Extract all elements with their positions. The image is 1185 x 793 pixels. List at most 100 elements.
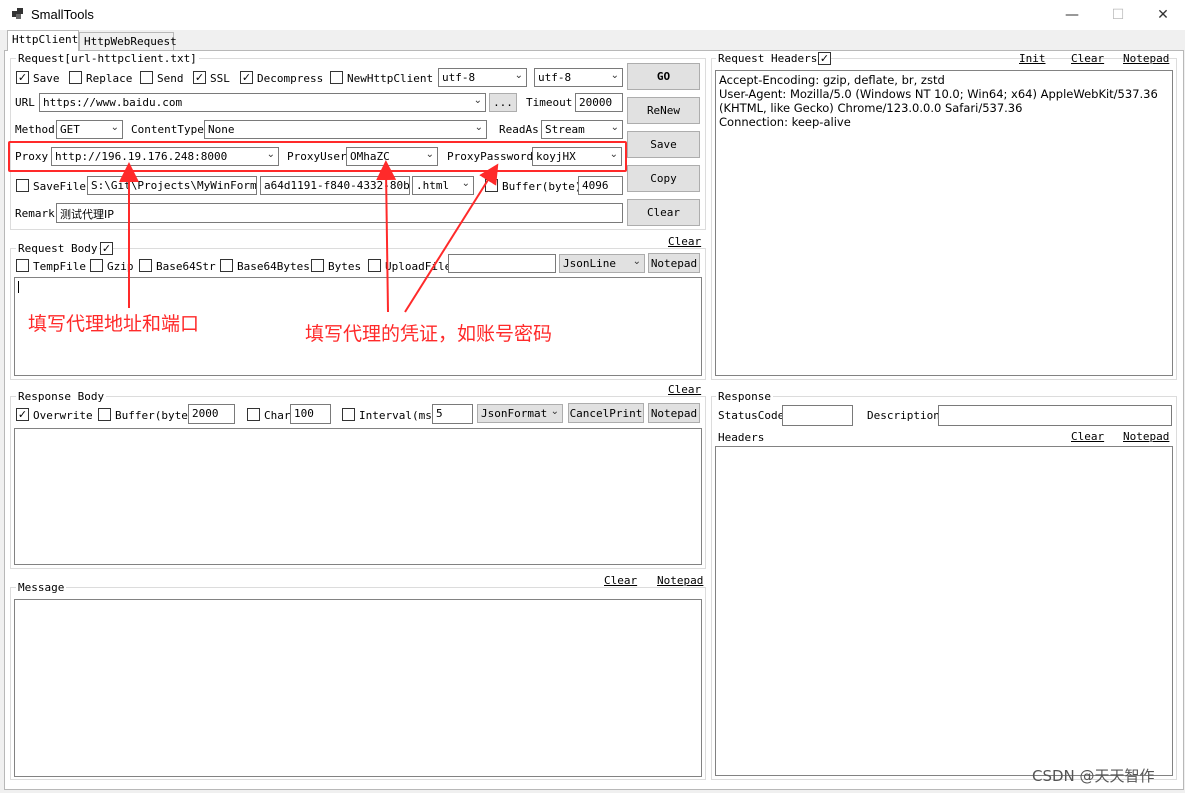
response-title: Response: [716, 390, 773, 403]
tempfile-label: TempFile: [33, 260, 86, 273]
encoding-select-2[interactable]: utf-8 ⌄: [534, 68, 623, 87]
message-title: Message: [16, 581, 67, 594]
url-value: https://www.baidu.com: [43, 96, 183, 109]
readas-select[interactable]: Stream ⌄: [541, 120, 623, 139]
response-buffer-label: Buffer(byte): [115, 409, 195, 422]
browse-url-button[interactable]: ...: [489, 93, 517, 112]
request-headers-checkbox[interactable]: ✓: [818, 52, 831, 65]
savefile-ext-select[interactable]: .html ⌄: [412, 176, 474, 195]
savefile-checkbox[interactable]: [16, 179, 29, 192]
request-headers-textarea[interactable]: Accept-Encoding: gzip, deflate, br, zstd…: [715, 70, 1173, 376]
request-headers-notepad-link[interactable]: Notepad: [1123, 52, 1169, 65]
char-checkbox[interactable]: [247, 408, 260, 421]
response-headers-textarea[interactable]: [715, 446, 1173, 776]
readas-value: Stream: [545, 123, 585, 136]
remark-input[interactable]: 测试代理IP: [56, 203, 623, 223]
interval-label: Interval(ms): [359, 409, 439, 422]
clear-button[interactable]: Clear: [627, 199, 700, 226]
annotation-text-credentials: 填写代理的凭证，如账号密码: [305, 323, 553, 345]
request-body-notepad-button[interactable]: Notepad: [648, 253, 700, 273]
window-title: SmallTools: [31, 7, 94, 22]
response-buffer-input[interactable]: 2000: [188, 404, 235, 424]
gzip-checkbox[interactable]: [90, 259, 103, 272]
response-body-notepad-button[interactable]: Notepad: [648, 403, 700, 423]
savefile-name-input[interactable]: a64d1191-f840-4332-80bb-: [260, 176, 410, 195]
contenttype-select[interactable]: None ⌄: [204, 120, 487, 139]
request-headers-clear-link[interactable]: Clear: [1071, 52, 1104, 65]
url-label: URL: [15, 96, 35, 109]
bytes-checkbox[interactable]: [311, 259, 324, 272]
response-body-format-value: JsonFormat: [481, 407, 548, 420]
timeout-input[interactable]: 20000: [575, 93, 623, 112]
savefile-ext-value: .html: [416, 179, 450, 192]
description-input[interactable]: [938, 405, 1172, 426]
tab-httpclient[interactable]: HttpClient: [7, 30, 79, 51]
request-body-format-value: JsonLine: [563, 257, 616, 270]
response-body-textarea[interactable]: [14, 428, 702, 565]
request-body-checkbox[interactable]: ✓: [100, 242, 113, 255]
copy-button[interactable]: Copy: [627, 165, 700, 192]
cancelprint-button[interactable]: CancelPrint: [568, 403, 644, 423]
interval-checkbox[interactable]: [342, 408, 355, 421]
chevron-down-icon: ⌄: [514, 70, 523, 81]
tab-httpwebrequest[interactable]: HttpWebRequest: [79, 32, 177, 51]
save-button[interactable]: Save: [627, 131, 700, 158]
decompress-checkbox-label: Decompress: [257, 72, 324, 85]
message-textarea[interactable]: [14, 599, 702, 777]
buffer-input[interactable]: 4096: [578, 176, 623, 195]
uploadfile-input[interactable]: [448, 254, 556, 273]
message-notepad-link[interactable]: Notepad: [657, 574, 703, 587]
overwrite-checkbox[interactable]: ✓: [16, 408, 29, 421]
minimize-button[interactable]: —: [1049, 0, 1095, 30]
base64bytes-checkbox[interactable]: [220, 259, 233, 272]
encoding-select-1[interactable]: utf-8 ⌄: [438, 68, 527, 87]
watermark: CSDN @天天智作: [1032, 767, 1155, 785]
response-body-format-select[interactable]: JsonFormat ⌄: [477, 404, 563, 423]
savefile-label: SaveFile: [33, 180, 86, 193]
contenttype-value: None: [208, 123, 235, 136]
base64str-checkbox[interactable]: [139, 259, 152, 272]
decompress-checkbox[interactable]: ✓: [240, 71, 253, 84]
statuscode-input[interactable]: [782, 405, 853, 426]
char-label: Char: [264, 409, 291, 422]
char-input[interactable]: 100: [290, 404, 331, 424]
ssl-checkbox[interactable]: ✓: [193, 71, 206, 84]
overwrite-label: Overwrite: [33, 409, 93, 422]
request-headers-init-link[interactable]: Init: [1019, 52, 1046, 65]
text-cursor: [18, 281, 19, 293]
statuscode-label: StatusCode: [718, 409, 785, 422]
response-body-title: Response Body: [16, 390, 107, 403]
send-checkbox-label: Send: [157, 72, 184, 85]
request-body-clear-link[interactable]: Clear: [668, 235, 701, 248]
response-headers-notepad-link[interactable]: Notepad: [1123, 430, 1169, 443]
base64bytes-label: Base64Bytes: [237, 260, 310, 273]
uploadfile-label: UploadFile: [385, 260, 452, 273]
close-button[interactable]: ✕: [1140, 0, 1185, 30]
send-checkbox[interactable]: [140, 71, 153, 84]
method-select[interactable]: GET ⌄: [56, 120, 123, 139]
gzip-label: Gzip: [107, 260, 134, 273]
response-buffer-checkbox[interactable]: [98, 408, 111, 421]
replace-checkbox-label: Replace: [86, 72, 133, 85]
buffer-checkbox[interactable]: [485, 179, 498, 192]
go-button[interactable]: GO: [627, 63, 700, 90]
savefile-path-input[interactable]: S:\Git\Projects\MyWinForm\Sr: [87, 176, 257, 195]
newhttpclient-checkbox[interactable]: [330, 71, 343, 84]
base64str-label: Base64Str: [156, 260, 216, 273]
save-checkbox[interactable]: ✓: [16, 71, 29, 84]
renew-button[interactable]: ReNew: [627, 97, 700, 124]
uploadfile-checkbox[interactable]: [368, 259, 381, 272]
response-headers-clear-link[interactable]: Clear: [1071, 430, 1104, 443]
request-body-format-select[interactable]: JsonLine ⌄: [559, 254, 645, 273]
app-icon: [12, 8, 24, 20]
interval-input[interactable]: 5: [432, 404, 473, 424]
message-clear-link[interactable]: Clear: [604, 574, 637, 587]
chevron-down-icon: ⌄: [610, 70, 619, 81]
url-input[interactable]: https://www.baidu.com ⌄: [39, 93, 486, 112]
maximize-button[interactable]: ☐: [1095, 0, 1141, 30]
ssl-checkbox-label: SSL: [210, 72, 230, 85]
request-headers-title: Request Headers: [716, 52, 820, 65]
response-body-clear-link[interactable]: Clear: [668, 383, 701, 396]
replace-checkbox[interactable]: [69, 71, 82, 84]
tempfile-checkbox[interactable]: [16, 259, 29, 272]
